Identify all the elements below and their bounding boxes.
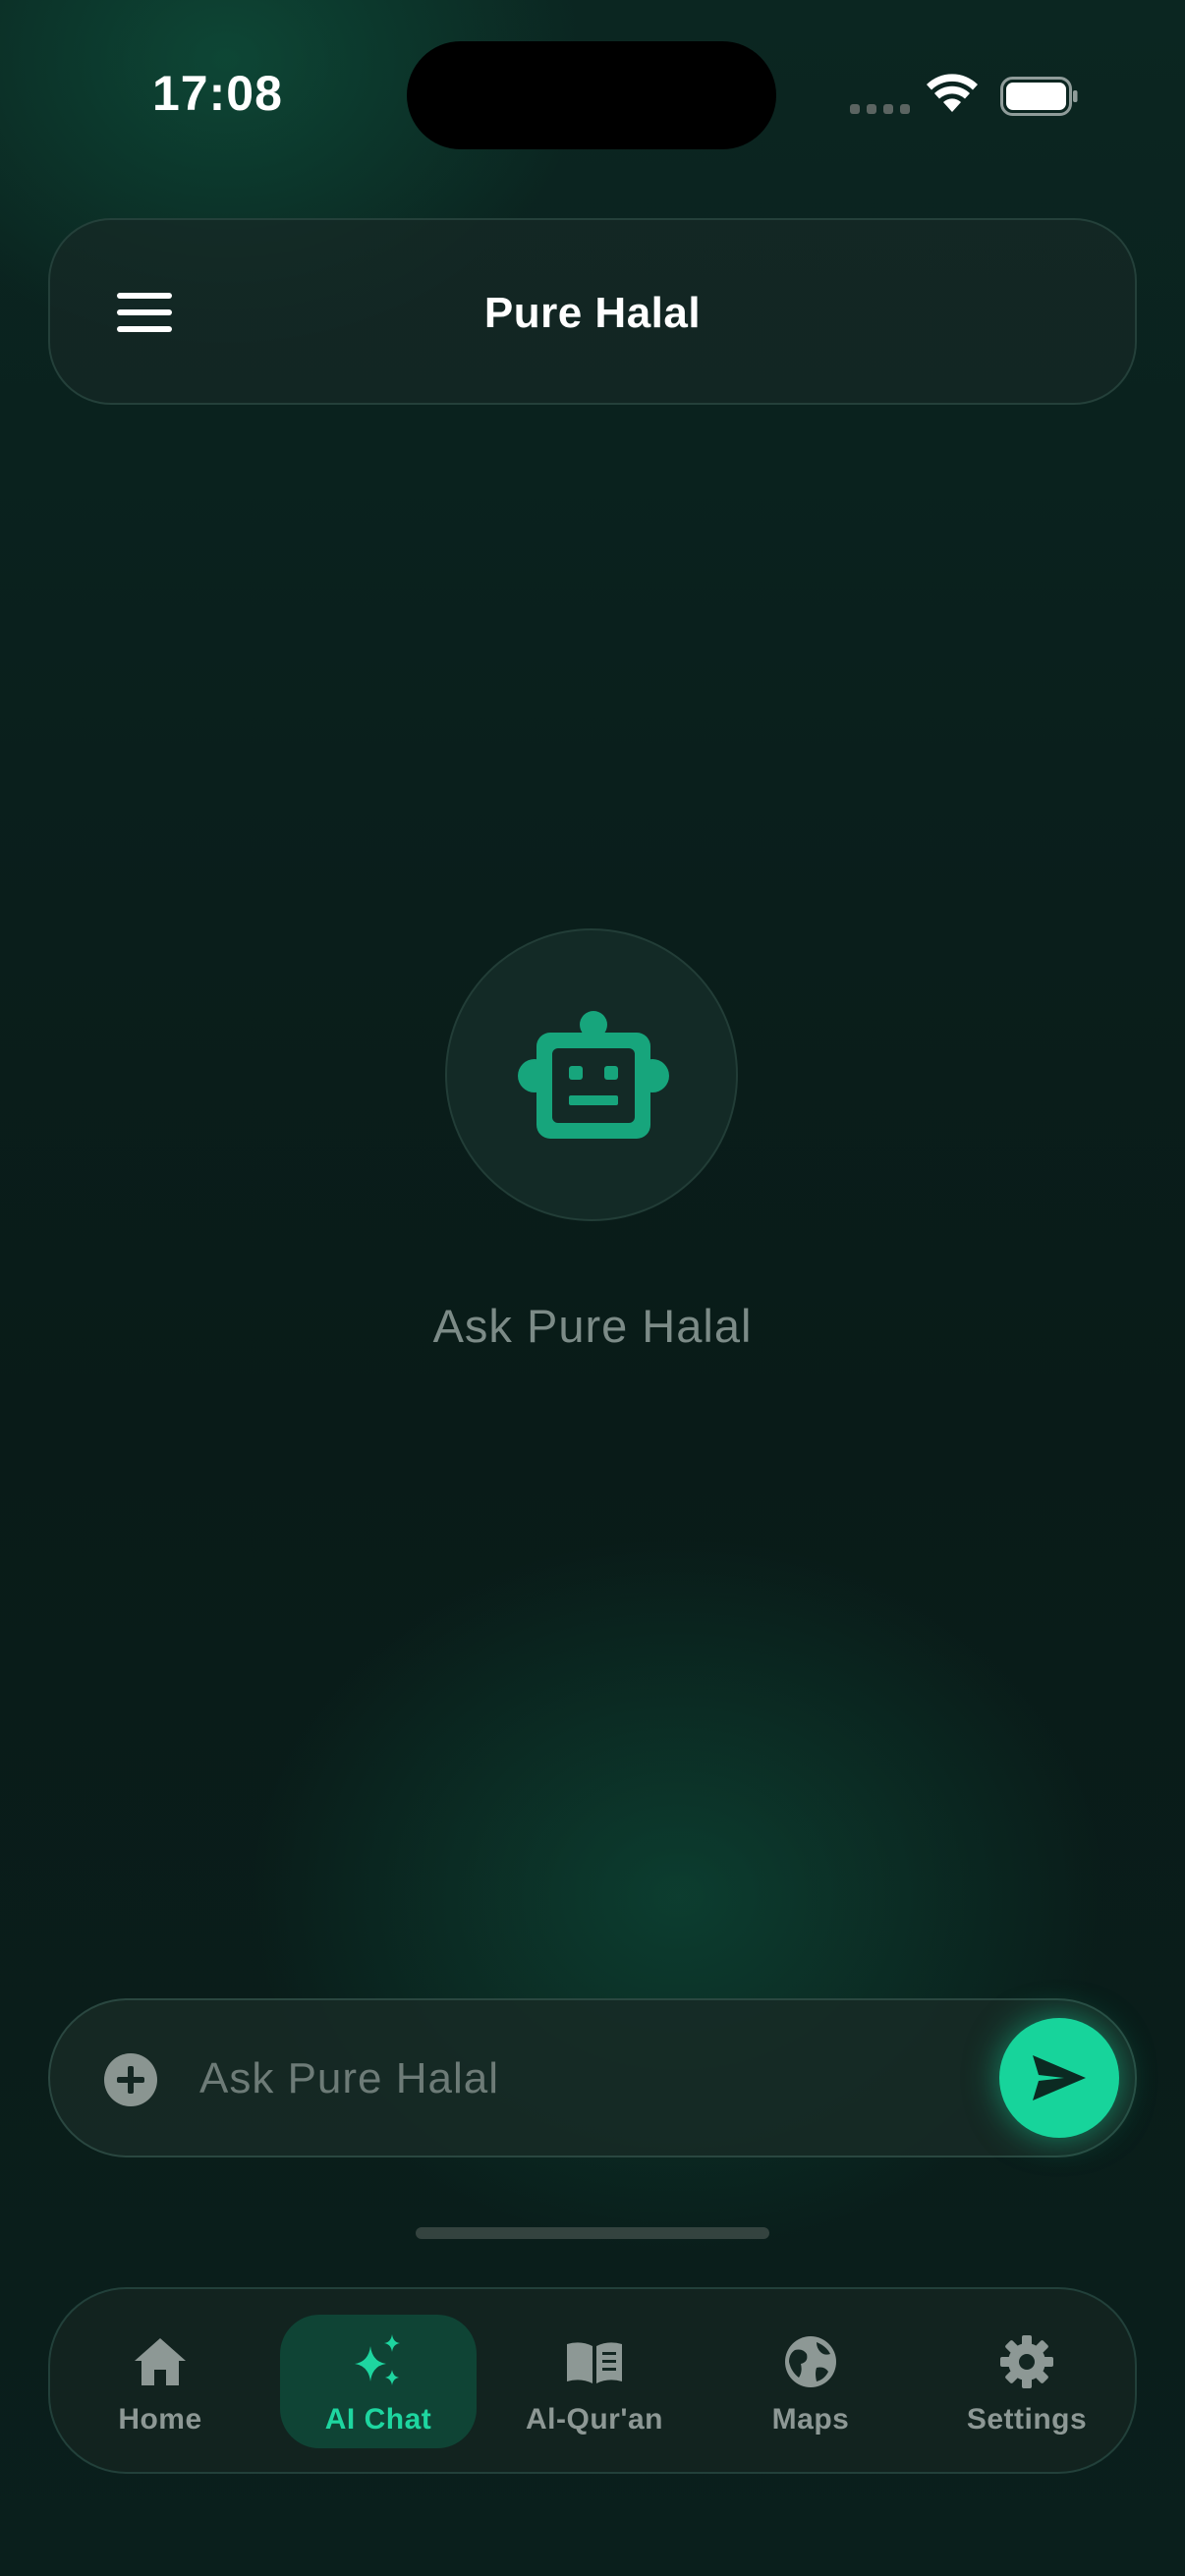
cellular-signal-icon bbox=[850, 104, 910, 114]
dynamic-island bbox=[407, 41, 776, 149]
bottom-tab-bar: Home AI Chat Al-Qur'an Maps Settings bbox=[48, 2287, 1137, 2474]
tab-label: Al-Qur'an bbox=[526, 2403, 663, 2436]
send-icon bbox=[1033, 2055, 1086, 2100]
tab-settings[interactable]: Settings bbox=[929, 2315, 1125, 2448]
message-composer bbox=[48, 1998, 1137, 2157]
empty-state-prompt: Ask Pure Halal bbox=[432, 1300, 753, 1352]
tab-label: AI Chat bbox=[324, 2403, 432, 2436]
gear-icon bbox=[1000, 2335, 1053, 2388]
robot-icon bbox=[518, 1011, 669, 1139]
tab-label: Home bbox=[118, 2403, 202, 2436]
home-icon bbox=[135, 2338, 186, 2385]
send-button[interactable] bbox=[999, 2018, 1119, 2138]
wifi-icon bbox=[927, 74, 978, 112]
add-attachment-button[interactable] bbox=[104, 2053, 157, 2106]
sparkles-icon bbox=[355, 2334, 400, 2385]
tab-al-quran[interactable]: Al-Qur'an bbox=[496, 2315, 693, 2448]
tab-label: Settings bbox=[966, 2403, 1088, 2436]
assistant-avatar bbox=[445, 928, 738, 1221]
tab-maps[interactable]: Maps bbox=[712, 2315, 909, 2448]
message-input[interactable] bbox=[199, 2040, 986, 2118]
tab-ai-chat[interactable]: AI Chat bbox=[280, 2315, 477, 2448]
status-bar-time: 17:08 bbox=[152, 66, 283, 121]
tab-label: Maps bbox=[771, 2403, 850, 2436]
app-header: Pure Halal bbox=[48, 218, 1137, 405]
globe-icon bbox=[785, 2336, 836, 2387]
page-title: Pure Halal bbox=[483, 289, 702, 337]
tab-home[interactable]: Home bbox=[62, 2315, 258, 2448]
home-indicator bbox=[416, 2227, 769, 2239]
plus-circle-icon bbox=[117, 2066, 144, 2094]
battery-icon bbox=[1000, 77, 1078, 116]
book-open-icon bbox=[567, 2342, 622, 2383]
